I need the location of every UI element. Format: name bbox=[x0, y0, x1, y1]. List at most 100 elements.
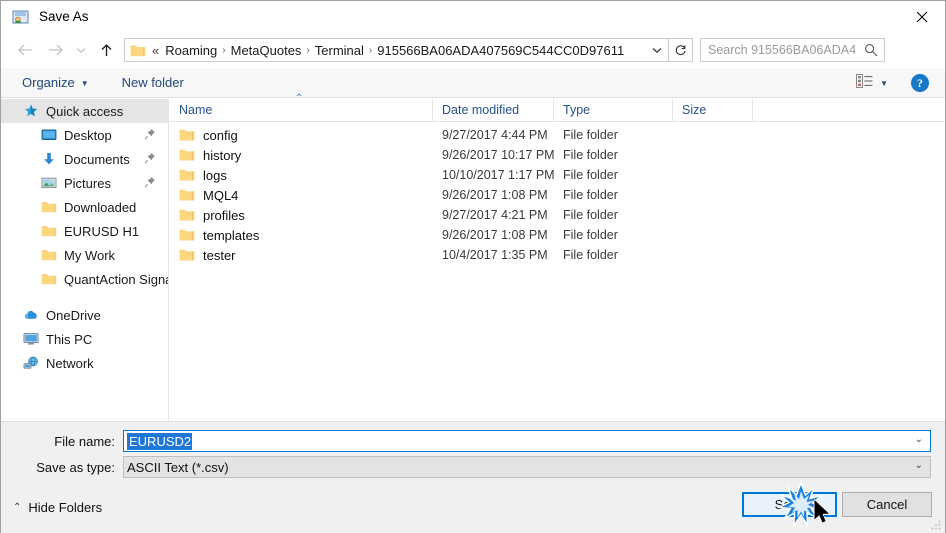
new-folder-label: New folder bbox=[121, 75, 184, 90]
help-button[interactable]: ? bbox=[911, 74, 929, 92]
column-header-label: Date modified bbox=[442, 103, 520, 117]
file-date: 10/10/2017 1:17 PM bbox=[442, 168, 555, 182]
command-bar: Organize ▼ New folder ▼ ? bbox=[1, 68, 945, 98]
address-bar[interactable]: « Roaming › MetaQuotes › Terminal › 9155… bbox=[124, 38, 693, 62]
save-as-type-value: ASCII Text (*.csv) bbox=[127, 459, 229, 475]
sidebar-item-label: Desktop bbox=[64, 127, 112, 143]
title-bar: Save As bbox=[1, 1, 945, 32]
star-icon bbox=[23, 103, 39, 119]
file-name: templates bbox=[203, 227, 260, 243]
column-header-date-modified[interactable]: Date modified bbox=[433, 98, 554, 122]
breadcrumb-item-metaquotes[interactable]: MetaQuotes bbox=[227, 42, 306, 59]
file-name-cell: history bbox=[170, 148, 433, 163]
folder-icon bbox=[41, 223, 57, 239]
sidebar-item-downloaded[interactable]: Downloaded bbox=[1, 195, 168, 219]
file-name-label: File name: bbox=[54, 433, 115, 449]
sidebar-item-onedrive[interactable]: OneDrive bbox=[1, 303, 168, 327]
documents-download-icon bbox=[41, 151, 57, 167]
help-label: ? bbox=[917, 75, 923, 90]
sidebar-item-documents[interactable]: Documents bbox=[1, 147, 168, 171]
table-row[interactable]: tester 10/4/2017 1:35 PM File folder bbox=[170, 245, 945, 265]
sidebar-item-eurusd-h1[interactable]: EURUSD H1 bbox=[1, 219, 168, 243]
folder-icon bbox=[179, 128, 195, 142]
sidebar-item-label: Quick access bbox=[46, 103, 124, 119]
file-date: 9/27/2017 4:44 PM bbox=[442, 128, 548, 142]
sidebar-item-label: Downloaded bbox=[64, 199, 137, 215]
navigation-bar: « Roaming › MetaQuotes › Terminal › 9155… bbox=[1, 32, 945, 68]
table-row[interactable]: profiles 9/27/2017 4:21 PM File folder bbox=[170, 205, 945, 225]
sidebar-item-desktop[interactable]: Desktop bbox=[1, 123, 168, 147]
pictures-icon bbox=[41, 175, 57, 191]
table-row[interactable]: templates 9/26/2017 1:08 PM File folder bbox=[170, 225, 945, 245]
pin-icon[interactable] bbox=[144, 176, 156, 188]
save-label: Save bbox=[774, 497, 805, 512]
save-button[interactable]: Save bbox=[742, 492, 837, 517]
chevron-down-icon[interactable]: ⌄ bbox=[915, 434, 923, 445]
change-view-button[interactable]: ▼ bbox=[851, 71, 893, 96]
chevron-up-icon: ⌃ bbox=[13, 502, 22, 513]
back-button[interactable] bbox=[10, 35, 40, 65]
sidebar-item-network[interactable]: Network bbox=[1, 351, 168, 375]
sidebar-item-label: OneDrive bbox=[46, 307, 101, 323]
save-as-type-row: Save as type: ASCII Text (*.csv) ⌄ bbox=[1, 456, 945, 478]
chevron-down-icon[interactable]: ⌄ bbox=[915, 460, 923, 471]
organize-button[interactable]: Organize ▼ bbox=[15, 72, 96, 93]
close-button[interactable] bbox=[899, 1, 945, 32]
file-name-row: File name: EURUSD2 ⌄ bbox=[1, 430, 945, 452]
sidebar-item-quick-access[interactable]: Quick access bbox=[1, 99, 168, 123]
sidebar-item-quantaction-signal[interactable]: QuantAction Signal bbox=[1, 267, 168, 291]
column-header-name[interactable]: Name ⌃ bbox=[170, 93, 433, 122]
breadcrumb-item-terminal[interactable]: Terminal bbox=[311, 42, 368, 59]
file-type: File folder bbox=[563, 208, 618, 222]
save-as-type-select[interactable]: ASCII Text (*.csv) ⌄ bbox=[123, 456, 931, 478]
sidebar-item-my-work[interactable]: My Work bbox=[1, 243, 168, 267]
file-name: history bbox=[203, 147, 242, 163]
file-name-cell: logs bbox=[170, 168, 433, 183]
search-input[interactable]: Search 915566BA06ADA40756... bbox=[708, 43, 856, 57]
pin-icon[interactable] bbox=[144, 152, 156, 164]
column-header-label: Type bbox=[563, 103, 591, 117]
cancel-button[interactable]: Cancel bbox=[842, 492, 932, 517]
hide-folders-button[interactable]: ⌃ Hide Folders bbox=[13, 500, 102, 515]
file-name-input[interactable]: EURUSD2 ⌄ bbox=[123, 430, 931, 452]
table-row[interactable]: logs 10/10/2017 1:17 PM File folder bbox=[170, 165, 945, 185]
forward-button[interactable] bbox=[40, 35, 70, 65]
file-type: File folder bbox=[563, 188, 618, 202]
new-folder-button[interactable]: New folder bbox=[115, 72, 191, 93]
breadcrumb-item-roaming[interactable]: Roaming bbox=[161, 42, 221, 59]
pin-icon[interactable] bbox=[144, 128, 156, 140]
search-box[interactable]: Search 915566BA06ADA40756... bbox=[700, 38, 885, 62]
file-date: 9/27/2017 4:21 PM bbox=[442, 208, 548, 222]
resize-grip[interactable] bbox=[930, 518, 942, 530]
sidebar-item-label: My Work bbox=[64, 247, 116, 263]
file-rows: config 9/27/2017 4:44 PM File folder his… bbox=[170, 122, 945, 265]
file-type: File folder bbox=[563, 168, 618, 182]
up-button[interactable] bbox=[92, 35, 120, 65]
dialog-footer: File name: EURUSD2 ⌄ Save as type: ASCII… bbox=[1, 421, 945, 533]
column-header-size[interactable]: Size bbox=[673, 98, 753, 122]
sidebar-item-this-pc[interactable]: This PC bbox=[1, 327, 168, 351]
file-list: Name ⌃ Date modified Type Size config 9/… bbox=[170, 93, 945, 421]
breadcrumb-item-instance[interactable]: 915566BA06ADA407569C544CC0D97611 bbox=[373, 42, 628, 59]
sidebar-item-label: EURUSD H1 bbox=[64, 223, 140, 239]
recent-locations-button[interactable] bbox=[70, 35, 92, 65]
table-row[interactable]: config 9/27/2017 4:44 PM File folder bbox=[170, 125, 945, 145]
address-dropdown-button[interactable] bbox=[646, 39, 668, 61]
refresh-button[interactable] bbox=[668, 38, 692, 62]
table-row[interactable]: MQL4 9/26/2017 1:08 PM File folder bbox=[170, 185, 945, 205]
chevron-down-icon bbox=[652, 47, 662, 53]
column-header-label: Name bbox=[179, 103, 213, 117]
folder-icon bbox=[179, 168, 195, 182]
breadcrumb-overflow[interactable]: « bbox=[150, 42, 161, 59]
onedrive-icon bbox=[23, 307, 39, 323]
file-name: config bbox=[203, 127, 238, 143]
sort-ascending-icon: ⌃ bbox=[295, 92, 304, 104]
folder-icon bbox=[179, 188, 195, 202]
chevron-down-icon: ▼ bbox=[880, 78, 888, 88]
sidebar-item-pictures[interactable]: Pictures bbox=[1, 171, 168, 195]
table-row[interactable]: history 9/26/2017 10:17 PM File folder bbox=[170, 145, 945, 165]
file-name-cell: profiles bbox=[170, 208, 433, 223]
file-type: File folder bbox=[563, 228, 618, 242]
column-header-type[interactable]: Type bbox=[554, 98, 673, 122]
arrow-up-icon bbox=[101, 43, 111, 56]
